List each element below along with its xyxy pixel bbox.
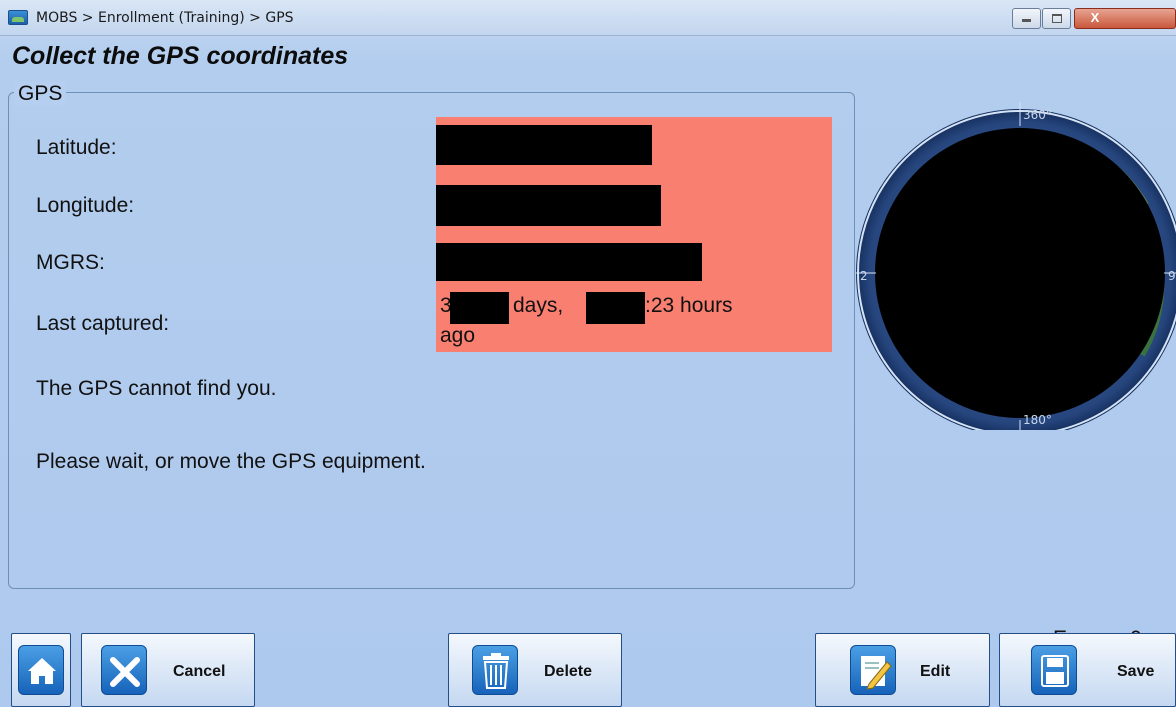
longitude-value-redacted bbox=[436, 185, 661, 226]
window-titlebar: MOBS > Enrollment (Training) > GPS X bbox=[0, 0, 1176, 36]
app-icon bbox=[8, 10, 28, 25]
close-x-icon bbox=[101, 645, 147, 695]
latitude-value-redacted bbox=[436, 125, 652, 165]
save-button[interactable]: Save bbox=[999, 633, 1176, 707]
cancel-label: Cancel bbox=[173, 663, 226, 680]
home-button[interactable] bbox=[11, 633, 71, 707]
floppy-disk-icon bbox=[1031, 645, 1077, 695]
skyplot-sky-area bbox=[875, 128, 1165, 418]
minimize-button[interactable] bbox=[1012, 8, 1041, 29]
latitude-label: Latitude: bbox=[36, 136, 117, 159]
edit-button[interactable]: Edit bbox=[815, 633, 990, 707]
restore-icon bbox=[1051, 14, 1062, 23]
longitude-label: Longitude: bbox=[36, 194, 135, 217]
edit-label: Edit bbox=[920, 663, 951, 680]
last-captured-hours: :23 hours bbox=[645, 294, 733, 317]
skyplot-label-south: 180° bbox=[1023, 413, 1052, 427]
save-label: Save bbox=[1117, 663, 1155, 680]
skyplot-label-north: 360° bbox=[1023, 108, 1052, 122]
trash-icon bbox=[472, 645, 518, 695]
last-captured-redacted-1 bbox=[450, 292, 509, 324]
close-button[interactable]: X bbox=[1074, 8, 1176, 29]
delete-button[interactable]: Delete bbox=[448, 633, 622, 707]
last-captured-ago: ago bbox=[440, 324, 476, 347]
gps-instruction-message: Please wait, or move the GPS equipment. bbox=[36, 450, 426, 473]
page-title: Collect the GPS coordinates bbox=[12, 42, 349, 70]
satellite-skyplot: 360° 180° 2 90 bbox=[856, 102, 1176, 430]
last-captured-redacted-2 bbox=[586, 292, 645, 324]
minimize-icon bbox=[1022, 19, 1031, 22]
cancel-button[interactable]: Cancel bbox=[81, 633, 255, 707]
gps-group-legend: GPS bbox=[14, 82, 67, 106]
delete-label: Delete bbox=[544, 663, 593, 680]
last-captured-days: days, bbox=[513, 294, 564, 317]
restore-button[interactable] bbox=[1042, 8, 1071, 29]
mgrs-value-redacted bbox=[436, 243, 702, 281]
skyplot-label-east: 90 bbox=[1168, 269, 1176, 283]
edit-pencil-icon bbox=[850, 645, 896, 695]
mgrs-label: MGRS: bbox=[36, 251, 105, 274]
home-icon bbox=[18, 645, 64, 695]
close-icon: X bbox=[1090, 10, 1100, 25]
window-title: MOBS > Enrollment (Training) > GPS bbox=[36, 10, 294, 26]
skyplot-label-west: 2 bbox=[860, 269, 868, 283]
gps-status-message: The GPS cannot find you. bbox=[36, 377, 277, 400]
last-captured-label: Last captured: bbox=[36, 312, 170, 335]
